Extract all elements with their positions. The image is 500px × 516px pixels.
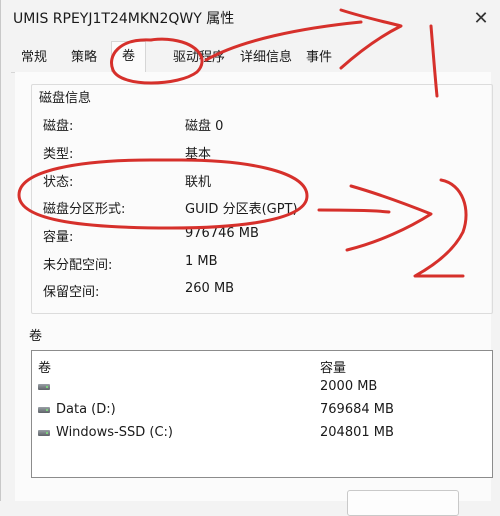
reserved-label: 保留空间: [43,285,100,300]
dialog-button[interactable] [347,490,459,516]
volumes-heading: 卷 [29,329,43,344]
tab-events[interactable]: 事件 [304,44,334,71]
volume-row[interactable]: Windows-SSD (C:) 204801 MB [32,423,492,445]
disk-label: 磁盘: [43,119,74,134]
partition-style-label: 磁盘分区形式: [43,202,126,217]
unallocated-label: 未分配空间: [43,258,113,273]
column-header-capacity[interactable]: 容量 [320,357,346,376]
close-icon: ✕ [473,7,489,29]
disk-volume-icon [38,384,50,390]
volume-row[interactable]: 2000 MB [32,377,492,399]
title-bar: UMIS RPEYJ1T24MKN2QWY 属性 ✕ [1,0,500,36]
disk-value: 磁盘 0 [185,119,224,134]
reserved-value: 260 MB [185,281,235,296]
status-value: 联机 [185,175,212,190]
window-title: UMIS RPEYJ1T24MKN2QWY 属性 [13,11,235,27]
properties-window: UMIS RPEYJ1T24MKN2QWY 属性 ✕ 常规 策略 卷 驱动程序 … [0,0,500,516]
tab-volumes[interactable]: 卷 [111,41,147,73]
volume-capacity: 2000 MB [320,379,378,394]
volumes-list[interactable]: 卷 容量 2000 MB Data (D:) 769684 MB Windows… [31,350,493,478]
tab-details[interactable]: 详细信息 [238,44,294,71]
tab-strip: 常规 策略 卷 驱动程序 详细信息 事件 [11,41,491,73]
volume-row[interactable]: Data (D:) 769684 MB [32,400,492,422]
disk-volume-icon [38,407,50,413]
volume-capacity: 204801 MB [320,425,394,440]
tab-general[interactable]: 常规 [19,44,49,71]
type-value: 基本 [185,147,212,162]
partition-style-value: GUID 分区表(GPT) [185,202,298,217]
type-label: 类型: [43,147,74,162]
close-button[interactable]: ✕ [467,4,495,32]
unallocated-value: 1 MB [185,254,218,269]
column-header-volume[interactable]: 卷 [38,357,51,376]
disk-volume-icon [38,430,50,436]
volume-name: Data (D:) [56,402,116,417]
capacity-value: 976746 MB [185,226,259,241]
capacity-label: 容量: [43,230,74,245]
status-label: 状态: [43,175,74,190]
volume-capacity: 769684 MB [320,402,394,417]
volumes-panel: 磁盘信息 磁盘: 磁盘 0 类型: 基本 状态: 联机 磁盘分区形式: GUID… [15,72,493,501]
tab-driver[interactable]: 驱动程序 [171,44,227,71]
tab-policies[interactable]: 策略 [69,44,99,71]
volume-name: Windows-SSD (C:) [56,425,173,440]
disk-info-title: 磁盘信息 [37,87,94,106]
